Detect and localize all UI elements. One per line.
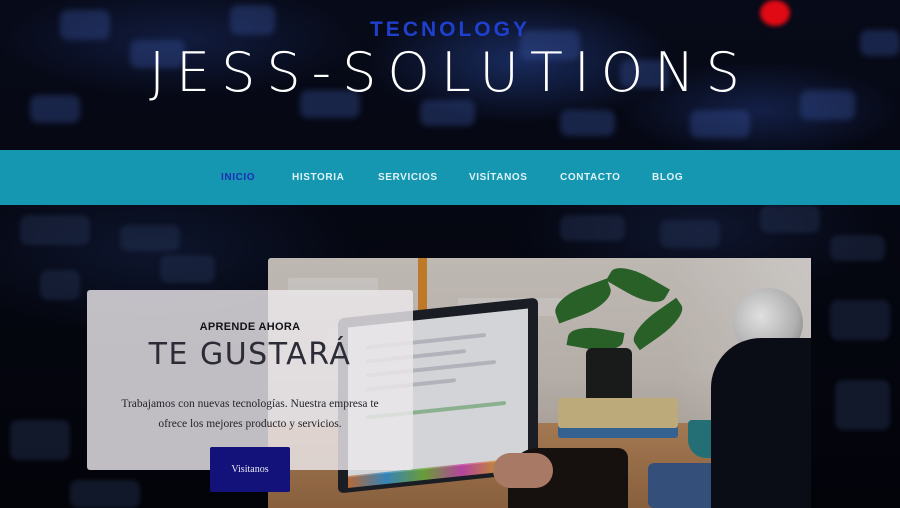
- hero-description: Trabajamos con nuevas tecnologías. Nuest…: [121, 398, 379, 430]
- visitanos-button[interactable]: Visitanos: [210, 447, 290, 492]
- site-tagline: TECNOLOGY: [369, 18, 530, 41]
- hero-card: APRENDE AHORA TE GUSTARÁ Trabajamos con …: [87, 290, 413, 470]
- nav-item-servicios[interactable]: SERVICIOS: [378, 172, 438, 183]
- site-brand-title: JESS-SOLUTIONS: [0, 40, 900, 106]
- nav-item-contacto[interactable]: CONTACTO: [560, 172, 621, 183]
- brand-text: JESS-SOLUTIONS: [149, 41, 751, 104]
- nav-item-visitanos[interactable]: VISÍTANOS: [469, 172, 528, 183]
- nav-item-blog[interactable]: BLOG: [652, 172, 683, 183]
- hero-title: TE GUSTARÁ: [148, 337, 352, 372]
- hero-kicker: APRENDE AHORA: [199, 321, 301, 333]
- nav-item-inicio[interactable]: INICIO: [221, 172, 255, 183]
- main-nav: INICIO HISTORIA SERVICIOS VISÍTANOS CONT…: [0, 150, 900, 205]
- nav-item-historia[interactable]: HISTORIA: [292, 172, 344, 183]
